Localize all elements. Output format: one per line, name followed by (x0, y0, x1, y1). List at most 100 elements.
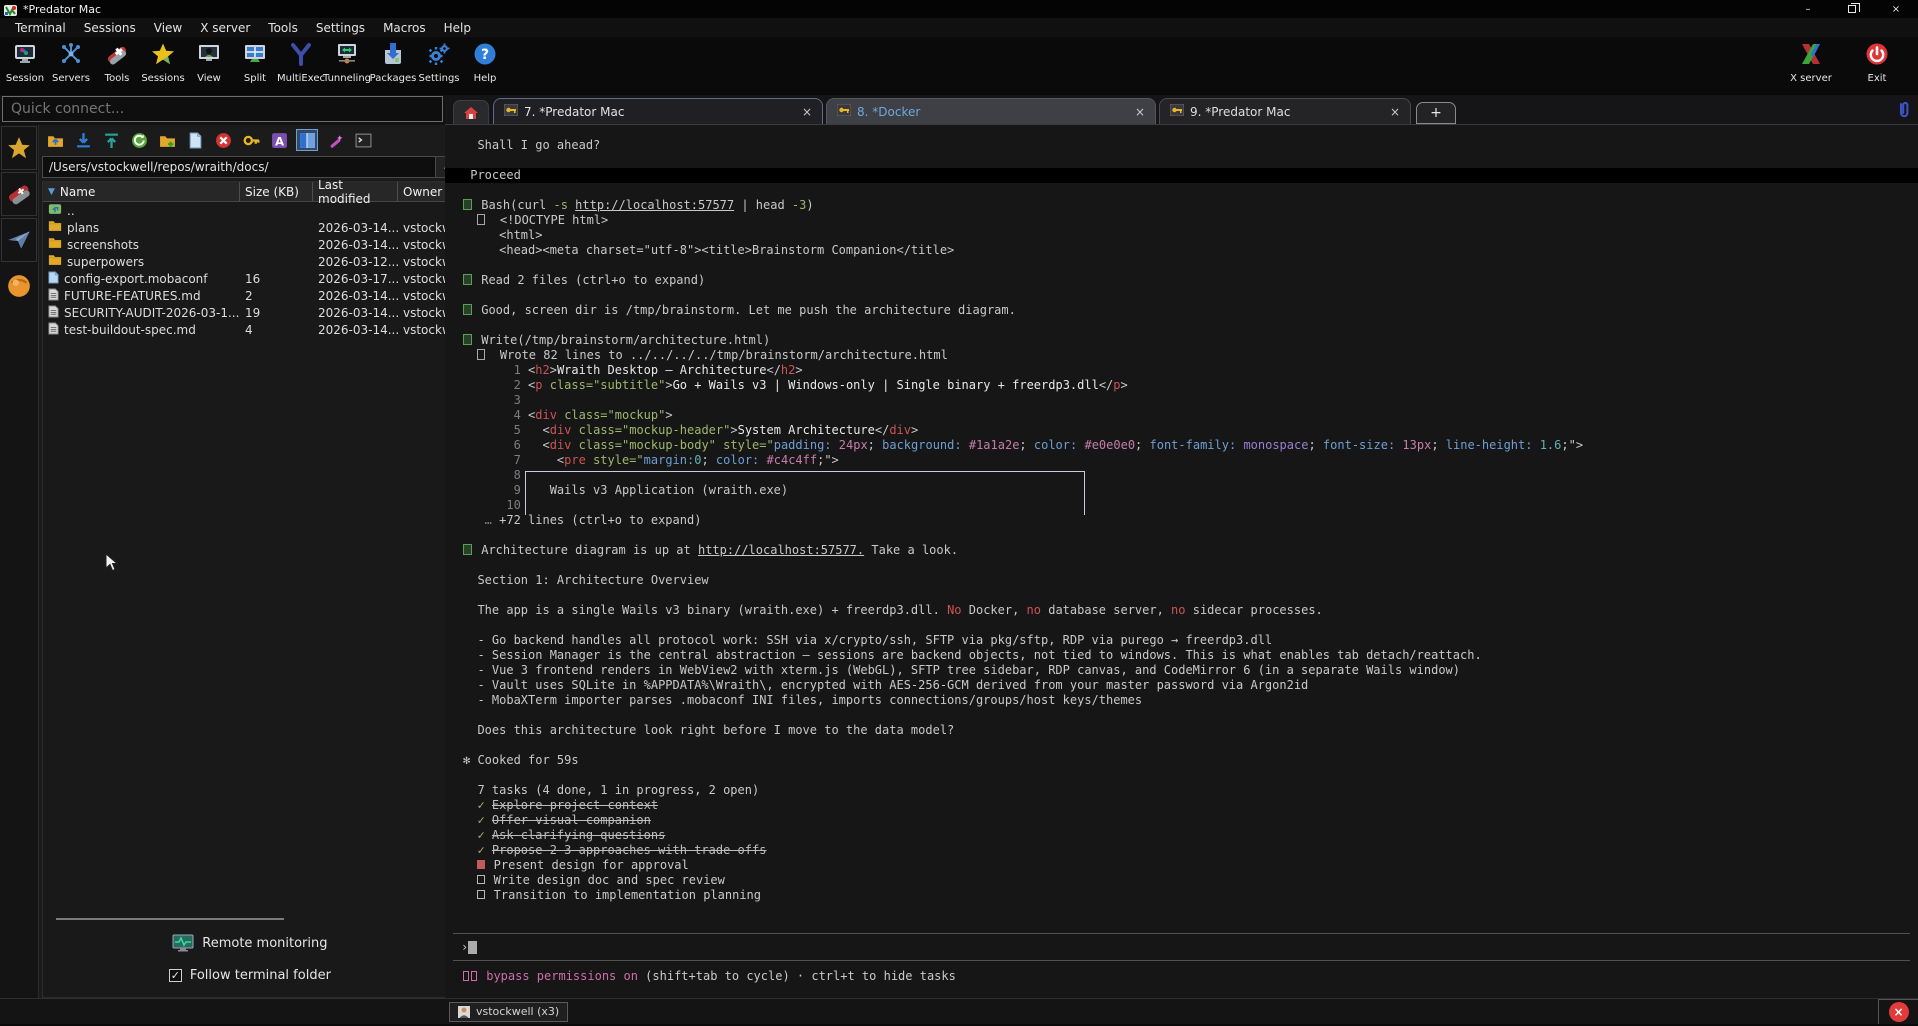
tab-close-icon[interactable]: × (802, 105, 812, 119)
menu-item-terminal[interactable]: Terminal (6, 19, 75, 37)
wand-icon[interactable] (324, 129, 346, 151)
menu-item-settings[interactable]: Settings (307, 19, 374, 37)
file-row[interactable]: .. (43, 202, 457, 219)
file-row[interactable]: screenshots2026-03-14...vstockw (43, 236, 457, 253)
file-row[interactable]: config-export.mobaconf162026-03-17...vst… (43, 270, 457, 287)
globe-icon[interactable] (1, 264, 37, 308)
tab-close-icon[interactable]: × (1135, 105, 1145, 119)
session-status-tab[interactable]: vstockwell (x3) (449, 1002, 568, 1022)
upload-icon[interactable] (100, 129, 122, 151)
sort-arrow-icon: ▼ (48, 187, 55, 197)
exit-toolbar-button[interactable]: Exit (1844, 37, 1910, 93)
text-segment: ; (1019, 438, 1033, 452)
terminal-tab-8[interactable]: 8. *Docker× (826, 98, 1156, 124)
text-segment (463, 873, 477, 887)
download-icon[interactable] (72, 129, 94, 151)
text-segment: › (461, 940, 468, 954)
column-header-name[interactable]: ▼Name (43, 182, 240, 201)
follow-terminal-label: Follow terminal folder (190, 968, 331, 983)
session-toolbar-button[interactable]: Session (2, 37, 48, 93)
menu-item-view[interactable]: View (145, 19, 191, 37)
exit-status-button[interactable]: × (1878, 999, 1918, 1024)
file-row[interactable]: FUTURE-FEATURES.md22026-03-14...vstockw (43, 287, 457, 304)
terminal-line: 3 (445, 393, 1918, 408)
close-button[interactable]: × (1874, 0, 1918, 18)
upload-folder-icon[interactable] (44, 129, 66, 151)
split-icon (243, 42, 267, 70)
new-folder-icon[interactable] (156, 129, 178, 151)
file-row[interactable]: plans2026-03-14...vstockw (43, 219, 457, 236)
tunneling-toolbar-button[interactable]: Tunneling (324, 37, 370, 93)
minimize-button[interactable]: – (1786, 0, 1830, 18)
text-segment: Section 1: Architecture Overview (463, 573, 709, 587)
terminal-tab-9[interactable]: 9. *Predator Mac× (1159, 98, 1411, 124)
menu-item-help[interactable]: Help (435, 19, 480, 37)
toolbar-left-group: SessionServersToolsSessionsViewSplitMult… (2, 37, 508, 93)
file-doc-icon (48, 305, 59, 321)
file-row[interactable]: test-buildout-spec.md42026-03-14...vstoc… (43, 321, 457, 338)
follow-terminal-checkbox[interactable]: ✓ (169, 969, 182, 982)
file-name: test-buildout-spec.md (64, 323, 196, 337)
column-header-modified[interactable]: Last modified (313, 182, 398, 201)
split-toolbar-button[interactable]: Split (232, 37, 278, 93)
text-segment: Write design doc and spec review (486, 873, 724, 887)
column-header-size[interactable]: Size (KB) (240, 182, 313, 201)
terminal-line (445, 588, 1918, 603)
menu-item-x-server[interactable]: X server (191, 19, 259, 37)
key-icon[interactable] (240, 129, 262, 151)
menu-item-sessions[interactable]: Sessions (75, 19, 145, 37)
restore-button[interactable] (1830, 0, 1874, 18)
send-plane-icon[interactable] (1, 218, 37, 262)
sessions-toolbar-button[interactable]: Sessions (140, 37, 186, 93)
home-tab[interactable] (453, 100, 489, 124)
path-row: ⌄ (39, 155, 461, 179)
refresh-icon[interactable] (128, 129, 150, 151)
tools-knife-icon[interactable] (1, 172, 37, 216)
text-segment: ✓ (477, 798, 491, 812)
servers-toolbar-button[interactable]: Servers (48, 37, 94, 93)
terminal-tab-7[interactable]: 7. *Predator Mac× (493, 98, 823, 124)
terminal-box-icon[interactable] (352, 129, 374, 151)
help-toolbar-button[interactable]: ?Help (462, 37, 508, 93)
favorites-star-icon[interactable] (1, 126, 37, 170)
new-file-icon[interactable] (184, 129, 206, 151)
window-title: *Predator Mac (23, 3, 101, 16)
new-tab-button[interactable]: + (1416, 102, 1456, 124)
text-segment: 4 (463, 408, 528, 422)
text-segment: Go + Wails v3 | Windows-only | Single bi… (673, 378, 1099, 392)
panel-toggle-icon[interactable] (296, 129, 318, 151)
text-segment: … (463, 513, 499, 527)
key-icon (1170, 104, 1184, 119)
text-segment: - Session Manager is the central abstrac… (463, 648, 1482, 662)
terminal-line: The app is a single Wails v3 binary (wra… (445, 603, 1918, 618)
delete-icon[interactable] (212, 129, 234, 151)
menu-item-tools[interactable]: Tools (259, 19, 307, 37)
file-modified-cell: 2026-03-14... (313, 238, 398, 252)
tools-toolbar-button[interactable]: Tools (94, 37, 140, 93)
terminal[interactable]: Shall I go ahead? Proceed Bash(curl -s h… (445, 125, 1918, 998)
text-segment: 1.6 (1540, 438, 1562, 452)
view-toolbar-button[interactable]: View (186, 37, 232, 93)
main-area: A ⌄ ▼Name Size (KB) Last modified Owner … (0, 125, 1918, 998)
text-segment (463, 213, 477, 227)
tab-close-icon[interactable]: × (1390, 105, 1400, 119)
multiexec-toolbar-button[interactable]: MultiExec (278, 37, 324, 93)
file-row[interactable]: superpowers2026-03-12...vstockw (43, 253, 457, 270)
terminal-line (445, 318, 1918, 333)
path-input[interactable] (42, 156, 436, 178)
remote-monitoring-button[interactable]: Remote monitoring (43, 934, 457, 952)
settings-toolbar-button[interactable]: Settings (416, 37, 462, 93)
text-segment: ; (1431, 438, 1445, 452)
terminal-line: - Go backend handles all protocol work: … (445, 633, 1918, 648)
font-icon[interactable]: A (268, 129, 290, 151)
menu-item-macros[interactable]: Macros (374, 19, 435, 37)
text-segment: > (1121, 378, 1128, 392)
terminal-line: Architecture diagram is up at http://loc… (445, 543, 1918, 558)
packages-toolbar-button[interactable]: Packages (370, 37, 416, 93)
x-server-toolbar-button[interactable]: X server (1778, 37, 1844, 93)
terminal-prompt[interactable]: › (453, 933, 1910, 961)
text-segment: </ (1099, 378, 1113, 392)
quick-connect-input[interactable] (2, 96, 443, 122)
file-row[interactable]: SECURITY-AUDIT-2026-03-1...192026-03-14.… (43, 304, 457, 321)
attachment-paperclip-icon[interactable] (1896, 100, 1912, 122)
